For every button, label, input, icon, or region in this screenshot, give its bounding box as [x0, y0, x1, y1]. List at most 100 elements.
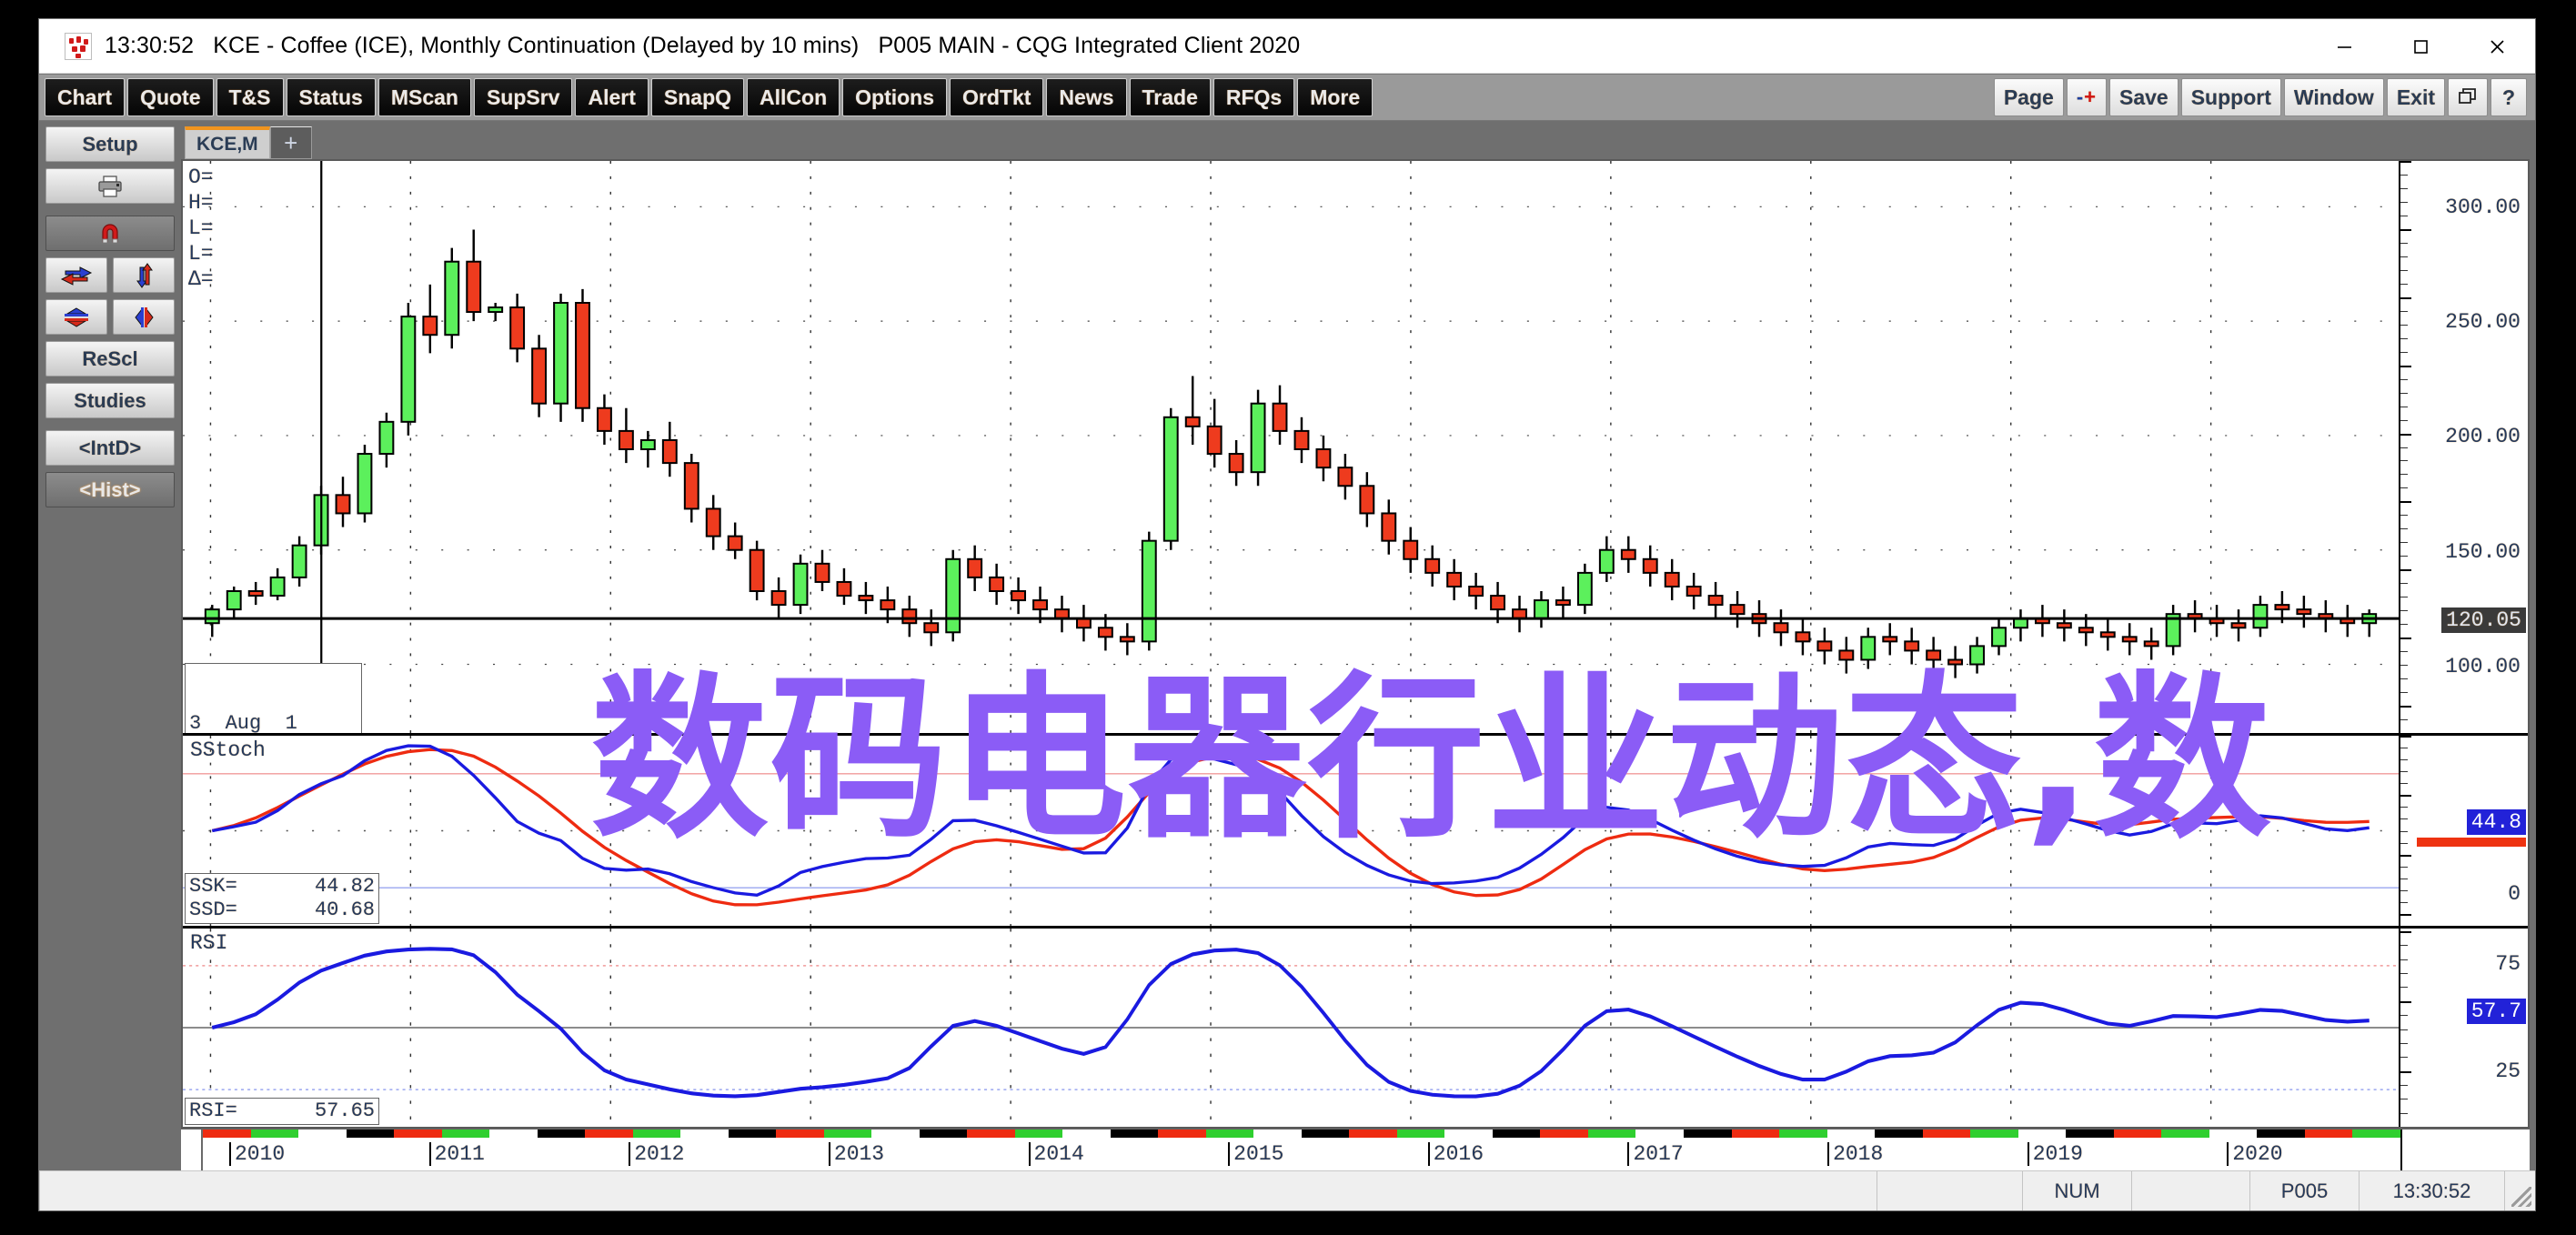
tab-add-button[interactable]: +	[269, 126, 312, 159]
zoom-in-icon: +	[2084, 85, 2097, 108]
time-axis-segment	[680, 1130, 729, 1138]
toolbar-button-status[interactable]: Status	[286, 78, 376, 116]
tab-kce-monthly[interactable]: KCE,M	[185, 126, 270, 159]
time-axis-label-2011: 2011	[428, 1142, 485, 1166]
time-axis-label-2014: 2014	[1028, 1142, 1084, 1166]
toolbar-button-quote[interactable]: Quote	[127, 78, 214, 116]
sidebar-button-setup[interactable]: Setup	[45, 126, 175, 162]
window-controls	[2306, 19, 2535, 73]
rsi-pane[interactable]: RSI RSI= 57.65	[183, 929, 2399, 1127]
time-axis-label-2019: 2019	[2027, 1142, 2083, 1166]
sidebar-button-print[interactable]	[45, 168, 175, 204]
sidebar-button-pan-horizontal[interactable]	[45, 257, 107, 293]
toolbar-button-window[interactable]: Window	[2283, 78, 2384, 116]
time-axis-segment	[967, 1130, 1015, 1138]
axis-tick	[2400, 487, 2408, 489]
toolbar-button-page[interactable]: Page	[1993, 78, 2064, 116]
price-axis-label-2: 200.00	[2445, 425, 2521, 449]
axis-tick	[2400, 515, 2408, 517]
time-axis-segment	[441, 1130, 490, 1138]
maximize-icon	[2414, 39, 2428, 54]
axis-tick	[2400, 973, 2408, 975]
toolbar-button-snapq[interactable]: SnapQ	[650, 78, 745, 116]
sidebar-pan-group	[45, 257, 175, 293]
toolbar-button-restore[interactable]	[2448, 78, 2488, 116]
rsi-value-box: RSI= 57.65	[185, 1098, 379, 1125]
toolbar-button-supsrv[interactable]: SupSrv	[473, 78, 573, 116]
rsi-label: RSI=	[189, 1099, 237, 1122]
axis-tick	[2400, 945, 2408, 947]
main-toolbar: Chart Quote T&S Status MScan SupSrv Aler…	[39, 74, 2535, 121]
sstoch-plot	[183, 736, 2399, 926]
sidebar-compress-group	[45, 299, 175, 335]
time-axis-segment	[1444, 1130, 1493, 1138]
maximize-button[interactable]	[2382, 19, 2459, 73]
close-button[interactable]	[2459, 19, 2535, 73]
close-icon	[2490, 39, 2504, 54]
axis-tick	[2400, 528, 2408, 530]
time-axis-segment	[585, 1130, 633, 1138]
axis-tick	[2400, 1112, 2408, 1114]
time-axis-segment	[1970, 1130, 2018, 1138]
toolbar-button-more[interactable]: More	[1297, 78, 1374, 116]
sidebar-button-compress-horizontal[interactable]	[45, 299, 107, 335]
time-axis-segment	[871, 1130, 920, 1138]
toolbar-button-save[interactable]: Save	[2109, 78, 2179, 116]
rsi-axis-label-75: 75	[2495, 951, 2521, 976]
magnet-icon	[102, 223, 118, 243]
toolbar-right-group: Page - + Save Support Window Exit ?	[1993, 78, 2530, 116]
time-axis-label-2013: 2013	[828, 1142, 884, 1166]
time-axis-segment	[1587, 1130, 1636, 1138]
axis-tick	[2400, 378, 2408, 380]
toolbar-button-exit[interactable]: Exit	[2386, 78, 2445, 116]
pan-horizontal-icon	[60, 266, 93, 286]
axis-tick	[2400, 678, 2408, 680]
chart-frame[interactable]: O=H=L=L=Δ= 3 Aug 1 118. H121. 115. C=120…	[181, 159, 2530, 1129]
axis-tick	[2400, 296, 2411, 299]
toolbar-button-chart[interactable]: Chart	[45, 78, 126, 116]
toolbar-button-news[interactable]: News	[1046, 78, 1127, 116]
axis-tick	[2400, 1000, 2411, 1003]
toolbar-button-alert[interactable]: Alert	[575, 78, 649, 116]
price-axis[interactable]: 300.00250.00200.00150.00100.00120.05 500…	[2399, 161, 2528, 1127]
sidebar-button-pan-vertical[interactable]	[113, 257, 175, 293]
axis-tick	[2400, 228, 2411, 231]
sidebar-button-studies[interactable]: Studies	[45, 383, 175, 418]
time-axis-segment	[1875, 1130, 1923, 1138]
sidebar-button-compress-vertical[interactable]	[113, 299, 175, 335]
toolbar-button-options[interactable]: Options	[842, 78, 948, 116]
axis-tick	[2400, 283, 2408, 285]
axis-tick	[2400, 201, 2408, 203]
question-mark-icon: ?	[2501, 85, 2516, 109]
toolbar-button-ts[interactable]: T&S	[216, 78, 284, 116]
toolbar-button-help[interactable]: ?	[2490, 78, 2527, 116]
sidebar-button-rescale[interactable]: ReScl	[45, 341, 175, 377]
sidebar-button-historical[interactable]: <Hist>	[45, 472, 175, 507]
resize-grip-icon[interactable]	[2504, 1171, 2535, 1210]
toolbar-button-ordtkt[interactable]: OrdTkt	[950, 78, 1044, 116]
axis-tick	[2400, 665, 2408, 667]
main-window: 13:30:52 KCE - Coffee (ICE), Monthly Con…	[38, 18, 2536, 1211]
toolbar-button-allcon[interactable]: AllCon	[747, 78, 840, 116]
minimize-button[interactable]	[2306, 19, 2382, 73]
time-axis[interactable]: 2010 2011 2012 2013 2014 2015 2016 2017 2018 2019…	[181, 1129, 2530, 1170]
pan-vertical-icon	[136, 262, 153, 288]
time-axis-segment	[346, 1130, 395, 1138]
sstoch-pane[interactable]: SStoch SSK= 44.82 SSD= 40.68	[183, 736, 2399, 929]
axis-tick	[2400, 987, 2408, 989]
time-axis-label-2018: 2018	[1827, 1142, 1883, 1166]
axis-tick	[2400, 959, 2408, 960]
toolbar-button-rfqs[interactable]: RFQs	[1213, 78, 1295, 116]
price-pane[interactable]: O=H=L=L=Δ= 3 Aug 1 118. H121. 115. C=120…	[183, 161, 2399, 736]
axis-tick	[2400, 474, 2408, 476]
data-box-date: 3 Aug 1	[189, 712, 297, 735]
time-axis-segment	[1014, 1130, 1063, 1138]
ssd-label: SSD=	[189, 899, 237, 921]
sidebar-button-magnet[interactable]	[45, 216, 175, 251]
toolbar-button-zoom[interactable]: - +	[2066, 78, 2107, 116]
sidebar-button-intraday[interactable]: <IntD>	[45, 430, 175, 466]
time-axis-segment	[1349, 1130, 1397, 1138]
toolbar-button-trade[interactable]: Trade	[1129, 78, 1211, 116]
toolbar-button-support[interactable]: Support	[2180, 78, 2281, 116]
toolbar-button-mscan[interactable]: MScan	[377, 78, 471, 116]
